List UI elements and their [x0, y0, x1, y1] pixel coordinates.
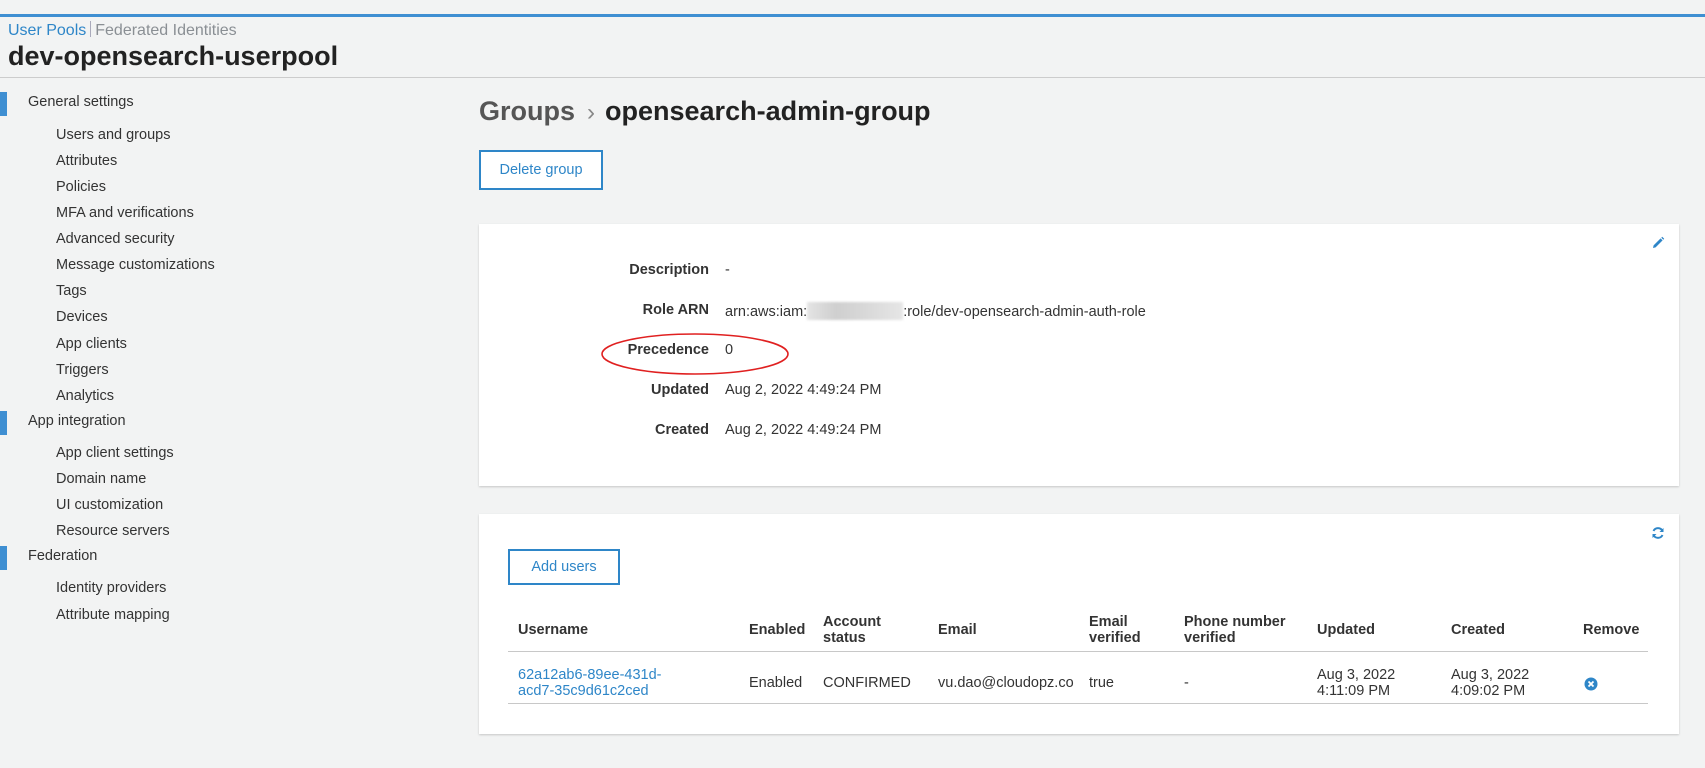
sidebar-item-resource-servers[interactable]: Resource servers	[56, 523, 170, 539]
table-header-rule	[508, 651, 1648, 652]
sidebar-item-mfa[interactable]: MFA and verifications	[56, 205, 194, 221]
sidebar-item-users-and-groups[interactable]: Users and groups	[56, 127, 170, 143]
username-line[interactable]: 62a12ab6-89ee-431d-	[518, 667, 662, 683]
time-line: 4:09:02 PM	[1451, 683, 1526, 699]
created-value: Aug 2, 2022 4:49:24 PM	[725, 422, 882, 438]
sidebar-item-advanced-security[interactable]: Advanced security	[56, 231, 174, 247]
role-arn-suffix: :role/dev-opensearch-admin-auth-role	[903, 304, 1146, 320]
sidebar-item-devices[interactable]: Devices	[56, 309, 108, 325]
column-header-phone-verified: Phone number verified	[1184, 614, 1286, 646]
header-divider	[0, 77, 1705, 78]
time-line: 4:11:09 PM	[1317, 683, 1391, 699]
cell-enabled: Enabled	[749, 675, 803, 691]
tab-federated-identities[interactable]: Federated Identities	[95, 22, 236, 39]
header-line: verified	[1089, 630, 1141, 646]
breadcrumb-groups-link[interactable]: Groups	[479, 96, 575, 126]
date-line: Aug 3, 2022	[1317, 667, 1396, 683]
role-arn-prefix: arn:aws:iam:	[725, 304, 808, 320]
header-line: status	[823, 630, 866, 646]
column-header-email: Email	[938, 622, 977, 638]
description-value: -	[725, 262, 730, 278]
breadcrumb: Groups › opensearch-admin-group	[479, 96, 931, 127]
sidebar-item-analytics[interactable]: Analytics	[56, 388, 114, 404]
column-header-account-status: Account status	[823, 614, 881, 646]
sidebar-item-app-client-settings[interactable]: App client settings	[56, 445, 174, 461]
sidebar-item-tags[interactable]: Tags	[56, 283, 87, 299]
edit-pencil-icon[interactable]	[1651, 236, 1665, 250]
tab-user-pools[interactable]: User Pools	[8, 22, 86, 39]
refresh-icon[interactable]	[1651, 526, 1665, 540]
sidebar-section-label: App integration	[28, 413, 126, 429]
username-link[interactable]: 62a12ab6-89ee-431d-acd7-35c9d61c2ced	[518, 667, 662, 699]
sidebar-item-ui-customization[interactable]: UI customization	[56, 497, 163, 513]
header-line: Phone number	[1184, 614, 1286, 630]
sidebar-item-triggers[interactable]: Triggers	[56, 362, 109, 378]
sidebar-section-federation[interactable]: Federation	[0, 544, 300, 570]
section-marker	[0, 411, 7, 435]
column-header-email-verified: Email verified	[1089, 614, 1141, 646]
section-marker	[0, 92, 7, 116]
add-users-button[interactable]: Add users	[508, 549, 620, 585]
sidebar-section-label: Federation	[28, 548, 98, 564]
sidebar-item-message-customizations[interactable]: Message customizations	[56, 257, 215, 273]
cell-email: vu.dao@cloudopz.co	[938, 675, 1074, 691]
chevron-right-icon: ›	[587, 99, 596, 126]
date-line: Aug 3, 2022	[1451, 667, 1530, 683]
sidebar-item-identity-providers[interactable]: Identity providers	[56, 580, 166, 596]
cell-account-status: CONFIRMED	[823, 675, 911, 691]
sidebar-item-domain-name[interactable]: Domain name	[56, 471, 146, 487]
updated-value: Aug 2, 2022 4:49:24 PM	[725, 382, 882, 398]
sidebar-section-label: General settings	[28, 94, 134, 110]
sidebar-section-general-settings[interactable]: General settings	[0, 90, 300, 116]
sidebar-section-app-integration[interactable]: App integration	[0, 409, 300, 435]
header-line: Account	[823, 614, 881, 630]
service-tabs: User Pools Federated Identities	[8, 21, 237, 40]
group-users-card: Add users Username Enabled Account status…	[479, 514, 1679, 734]
column-header-enabled: Enabled	[749, 622, 806, 638]
page-title: dev-opensearch-userpool	[8, 41, 339, 71]
created-label: Created	[655, 422, 709, 438]
role-arn-value: arn:aws:iam: :role/dev-opensearch-admin-a…	[725, 302, 1146, 320]
remove-user-icon[interactable]	[1584, 677, 1598, 691]
column-header-remove: Remove	[1583, 622, 1640, 638]
sidebar-item-policies[interactable]: Policies	[56, 179, 106, 195]
redacted-account-id	[807, 302, 904, 320]
group-details-card: Description - Role ARN arn:aws:iam: :role…	[479, 224, 1679, 486]
cell-email-verified: true	[1089, 675, 1114, 691]
header-line: Email	[1089, 614, 1128, 630]
updated-label: Updated	[651, 382, 709, 398]
table-row-rule	[508, 703, 1648, 704]
cell-phone-verified: -	[1184, 675, 1189, 691]
column-header-created: Created	[1451, 622, 1505, 638]
annotation-ellipse	[601, 333, 789, 375]
username-line[interactable]: acd7-35c9d61c2ced	[518, 683, 649, 699]
top-accent-bar	[0, 14, 1705, 17]
delete-group-button[interactable]: Delete group	[479, 150, 603, 190]
column-header-updated: Updated	[1317, 622, 1375, 638]
header-line: verified	[1184, 630, 1236, 646]
sidebar-item-attribute-mapping[interactable]: Attribute mapping	[56, 607, 170, 623]
sidebar-item-attributes[interactable]: Attributes	[56, 153, 117, 169]
breadcrumb-current: opensearch-admin-group	[605, 96, 931, 126]
cell-created: Aug 3, 2022 4:09:02 PM	[1451, 667, 1529, 699]
tab-divider	[90, 21, 92, 37]
description-label: Description	[629, 262, 709, 278]
sidebar-item-app-clients[interactable]: App clients	[56, 336, 127, 352]
section-marker	[0, 546, 7, 570]
cell-updated: Aug 3, 2022 4:11:09 PM	[1317, 667, 1395, 699]
column-header-username: Username	[518, 622, 589, 638]
role-arn-label: Role ARN	[642, 302, 709, 318]
